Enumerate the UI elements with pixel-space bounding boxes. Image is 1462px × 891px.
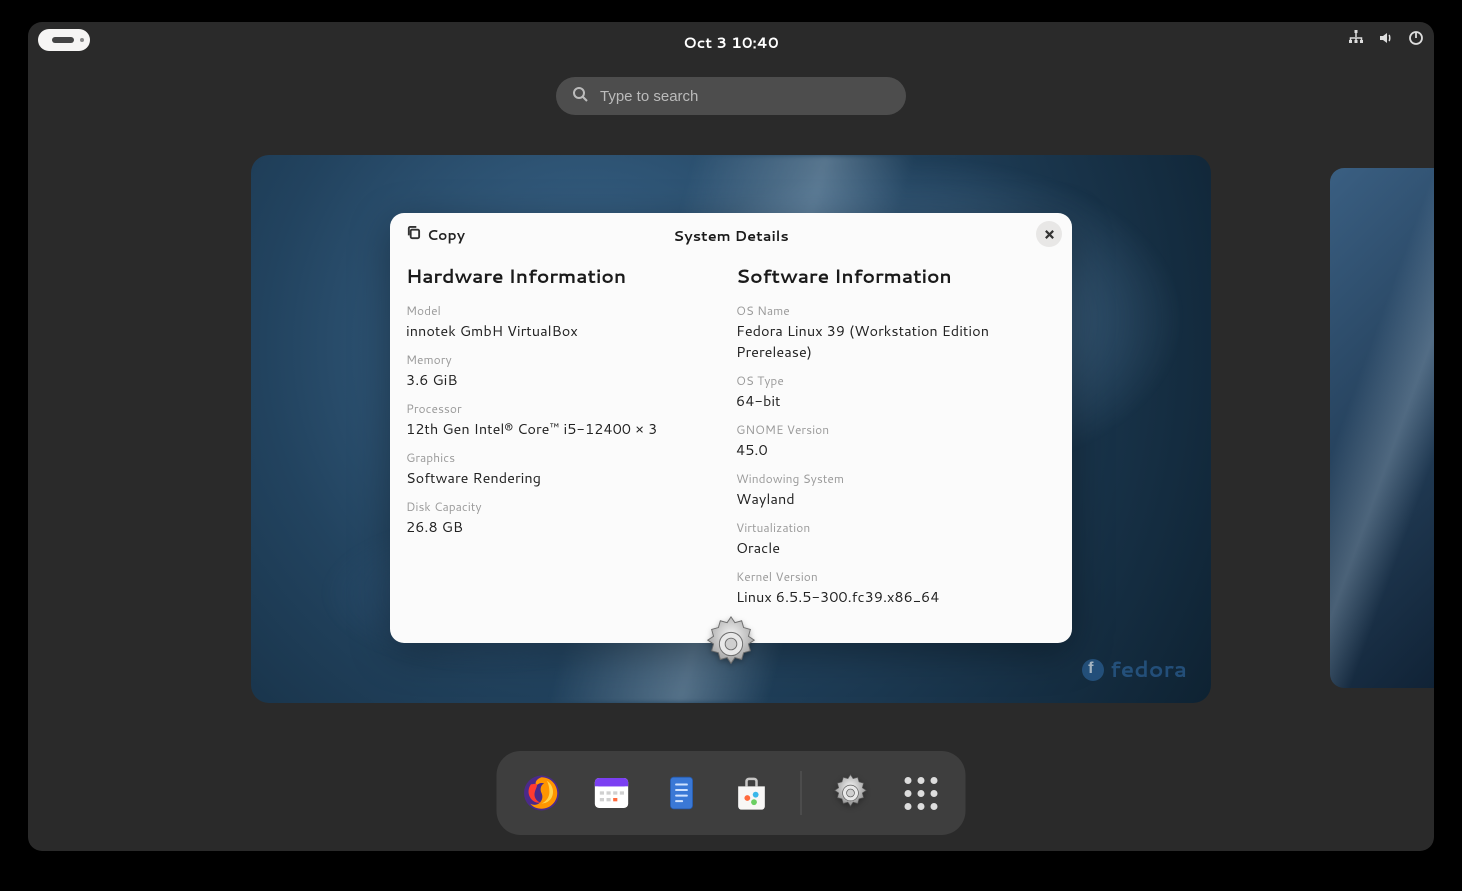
value-os-name: Fedora Linux 39 (Workstation Edition Pre… bbox=[736, 320, 1056, 362]
dialog-title: System Details bbox=[673, 225, 789, 246]
value-disk: 26.8 GB bbox=[406, 516, 726, 537]
field-gnome: GNOME Version 45.0 bbox=[736, 421, 1056, 460]
label-processor: Processor bbox=[406, 400, 726, 417]
dock-separator bbox=[801, 771, 802, 815]
field-kernel: Kernel Version Linux 6.5.5-300.fc39.x86_… bbox=[736, 568, 1056, 607]
files-icon bbox=[663, 772, 701, 814]
label-os-name: OS Name bbox=[736, 302, 1056, 319]
copy-button[interactable]: Copy bbox=[400, 221, 471, 249]
value-model: innotek GmbH VirtualBox bbox=[406, 320, 726, 341]
desktop: Oct 3 10:40 fedora Copy System Details bbox=[28, 22, 1434, 851]
activities-button[interactable] bbox=[38, 29, 90, 51]
search-icon bbox=[572, 85, 588, 108]
field-model: Model innotek GmbH VirtualBox bbox=[406, 302, 726, 341]
field-graphics: Graphics Software Rendering bbox=[406, 449, 726, 488]
power-icon[interactable] bbox=[1408, 30, 1424, 51]
label-virt: Virtualization bbox=[736, 519, 1056, 536]
fedora-watermark: fedora bbox=[1082, 654, 1187, 685]
firefox-icon bbox=[521, 772, 563, 814]
label-gnome: GNOME Version bbox=[736, 421, 1056, 438]
label-memory: Memory bbox=[406, 351, 726, 368]
software-icon bbox=[732, 773, 772, 813]
overview-search[interactable] bbox=[556, 77, 906, 115]
close-button[interactable] bbox=[1036, 221, 1062, 247]
dash-dock bbox=[497, 751, 966, 835]
value-memory: 3.6 GiB bbox=[406, 369, 726, 390]
value-kernel: Linux 6.5.5-300.fc39.x86_64 bbox=[736, 586, 1056, 607]
value-windowing: Wayland bbox=[736, 488, 1056, 509]
search-input[interactable] bbox=[600, 88, 890, 105]
value-gnome: 45.0 bbox=[736, 439, 1056, 460]
hardware-column: Hardware Information Model innotek GmbH … bbox=[406, 263, 726, 627]
system-tray[interactable] bbox=[1348, 30, 1424, 51]
value-graphics: Software Rendering bbox=[406, 467, 726, 488]
system-details-dialog[interactable]: Copy System Details Hardware Information… bbox=[390, 213, 1072, 643]
field-processor: Processor 12th Gen Intel® Core™ i5-12400… bbox=[406, 400, 726, 439]
label-windowing: Windowing System bbox=[736, 470, 1056, 487]
label-graphics: Graphics bbox=[406, 449, 726, 466]
volume-icon[interactable] bbox=[1378, 30, 1394, 51]
dock-item-apps[interactable] bbox=[900, 772, 942, 814]
calendar-icon bbox=[592, 773, 632, 813]
dock-item-settings[interactable] bbox=[830, 772, 872, 814]
field-windowing: Windowing System Wayland bbox=[736, 470, 1056, 509]
field-memory: Memory 3.6 GiB bbox=[406, 351, 726, 390]
settings-icon bbox=[830, 771, 872, 815]
app-icon-overlay bbox=[700, 613, 762, 675]
field-disk: Disk Capacity 26.8 GB bbox=[406, 498, 726, 537]
field-os-type: OS Type 64-bit bbox=[736, 372, 1056, 411]
dock-item-software[interactable] bbox=[731, 772, 773, 814]
fedora-logo-icon bbox=[1082, 659, 1104, 681]
dialog-header: Copy System Details bbox=[390, 213, 1072, 257]
label-os-type: OS Type bbox=[736, 372, 1056, 389]
value-os-type: 64-bit bbox=[736, 390, 1056, 411]
label-disk: Disk Capacity bbox=[406, 498, 726, 515]
network-icon[interactable] bbox=[1348, 30, 1364, 51]
dock-item-files[interactable] bbox=[661, 772, 703, 814]
close-icon bbox=[1044, 224, 1055, 245]
apps-grid-icon bbox=[904, 777, 937, 810]
dock-item-firefox[interactable] bbox=[521, 772, 563, 814]
dialog-body: Hardware Information Model innotek GmbH … bbox=[390, 257, 1072, 643]
software-column: Software Information OS Name Fedora Linu… bbox=[736, 263, 1056, 627]
label-kernel: Kernel Version bbox=[736, 568, 1056, 585]
value-processor: 12th Gen Intel® Core™ i5-12400 × 3 bbox=[406, 418, 726, 439]
clock[interactable]: Oct 3 10:40 bbox=[683, 32, 779, 53]
hardware-heading: Hardware Information bbox=[406, 263, 726, 290]
software-heading: Software Information bbox=[736, 263, 1056, 290]
value-virt: Oracle bbox=[736, 537, 1056, 558]
copy-button-label: Copy bbox=[427, 225, 465, 245]
fedora-watermark-text: fedora bbox=[1110, 654, 1187, 685]
field-virt: Virtualization Oracle bbox=[736, 519, 1056, 558]
workspace-next-thumb[interactable] bbox=[1330, 168, 1434, 688]
label-model: Model bbox=[406, 302, 726, 319]
workspace-thumb[interactable]: fedora Copy System Details bbox=[251, 155, 1211, 703]
field-os-name: OS Name Fedora Linux 39 (Workstation Edi… bbox=[736, 302, 1056, 362]
gear-icon bbox=[700, 613, 762, 675]
dock-item-calendar[interactable] bbox=[591, 772, 633, 814]
copy-icon bbox=[406, 225, 421, 245]
